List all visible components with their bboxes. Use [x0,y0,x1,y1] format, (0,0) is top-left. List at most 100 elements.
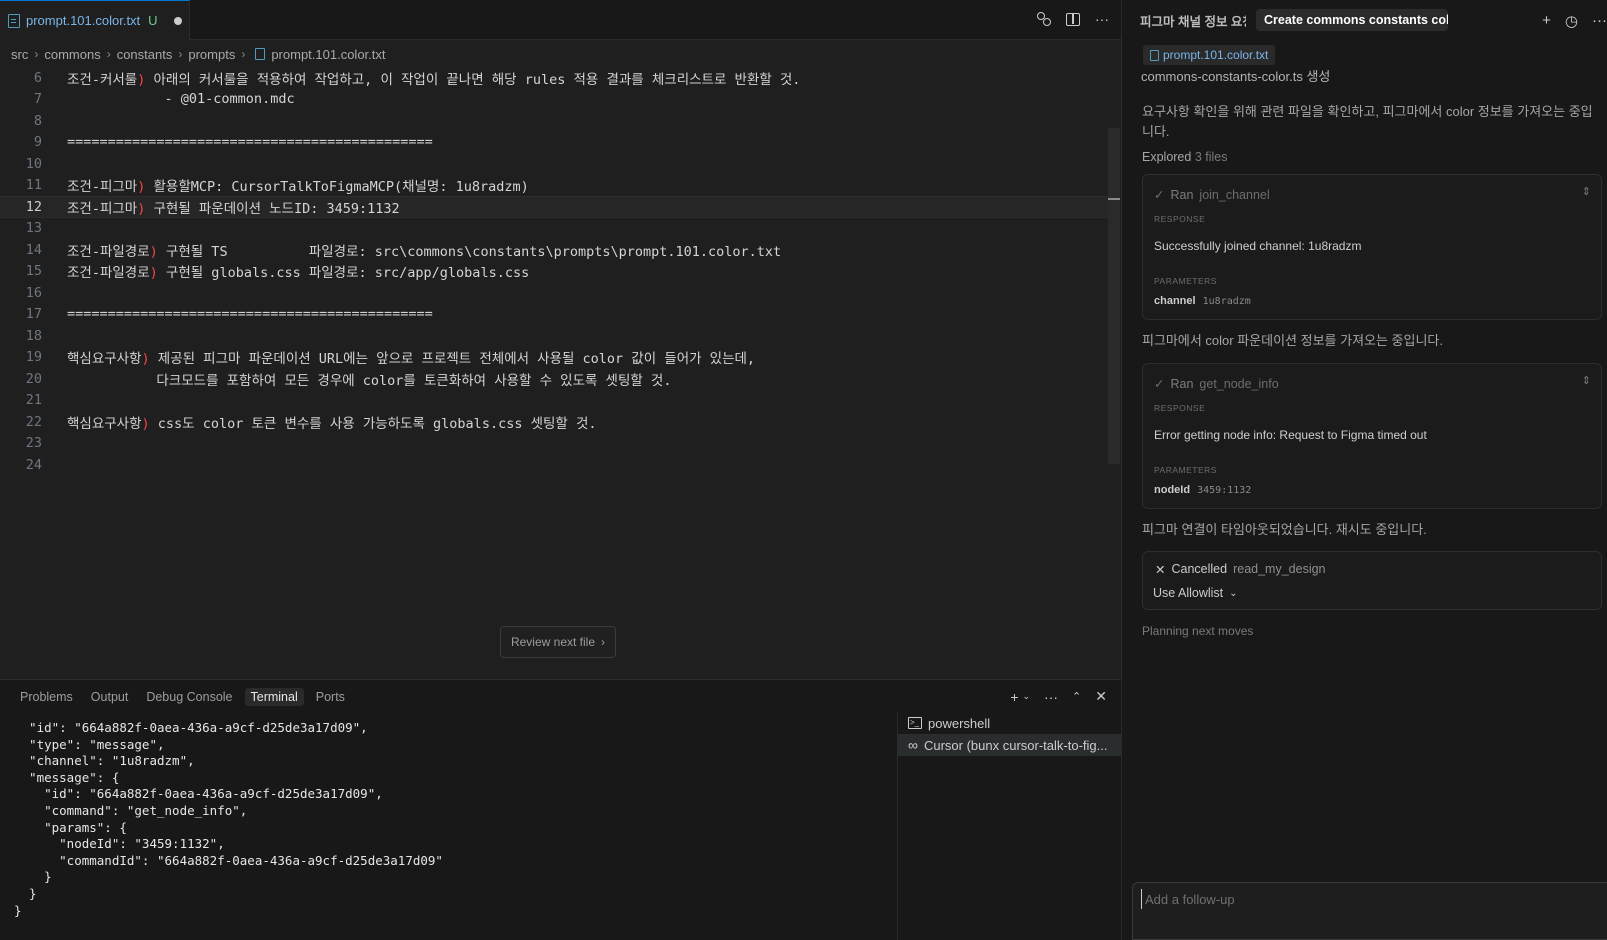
use-allowlist-dropdown[interactable]: Use Allowlist ⌄ [1153,586,1238,600]
chevron-down-icon: ⌄ [1229,587,1238,599]
assistant-message: 피그마 연결이 타임아웃되었습니다. 재시도 중입니다. [1142,522,1427,537]
more-actions-icon[interactable]: ··· [1592,12,1607,30]
untracked-flag: U [148,13,158,28]
chevron-right-icon: › [178,47,183,61]
code-line[interactable]: 10 [0,153,1120,175]
more-actions-icon[interactable]: ··· [1094,11,1110,27]
followup-input[interactable] [1141,889,1581,909]
code-line[interactable]: 8 [0,110,1120,132]
tool-call-status: Ran [1170,376,1194,391]
terminal-list: >_ powershell ∞ Cursor (bunx cursor-talk… [897,712,1121,940]
bracket-token: ) [141,351,150,368]
check-icon: ✓ [1154,377,1165,391]
tool-response-text: Error getting node info: Request to Figm… [1154,428,1427,442]
text-token: - @01-common.mdc [67,91,295,108]
line-number: 11 [25,177,42,194]
terminal-line: "channel": "1u8radzm", [14,753,195,769]
new-chat-icon[interactable]: + [1542,12,1551,30]
editor-tab[interactable]: prompt.101.color.txt U [0,0,190,40]
code-line[interactable]: 20 다크모드를 포함하여 모든 경우에 color를 토큰화하여 사용할 수 … [0,368,1120,390]
unsaved-dot-icon[interactable] [173,16,182,25]
terminal-label: powershell [928,715,991,731]
code-line[interactable]: 19 핵심요구사항) 제공된 피그마 파운데이션 URL에는 앞으로 프로젝트 전… [0,347,1120,369]
code-editor[interactable]: 6 조건-커서룰) 아래의 커서룰을 적용하여 작업하고, 이 작업이 끝나면 해… [0,67,1120,487]
code-line[interactable]: 24 [0,454,1120,476]
infinity-icon: ∞ [908,737,918,753]
chevron-right-icon: › [106,47,111,61]
code-line[interactable]: 11 조건-피그마) 활용할MCP: CursorTalkToFigmaMCP(채… [0,175,1120,197]
tab-output[interactable]: Output [85,688,135,706]
panel-actions: + ⌄ ··· ⌃ ✕ [1010,688,1107,705]
code-line[interactable]: 13 [0,218,1120,240]
new-terminal-icon[interactable]: + [1010,689,1018,705]
terminal-label: Cursor (bunx cursor-talk-to-fig... [923,737,1108,753]
breadcrumb-item[interactable]: constants [117,47,173,62]
code-line[interactable]: 7 - @01-common.mdc [0,89,1120,111]
code-line[interactable]: 6 조건-커서룰) 아래의 커서룰을 적용하여 작업하고, 이 작업이 끝나면 해… [0,67,1120,89]
text-token: 제공된 피그마 파운데이션 URL에는 앞으로 프로젝트 전체에서 사용될 co… [149,351,756,368]
code-line[interactable]: 12 조건-피그마) 구현될 파운데이션 노드ID: 3459:1132 [0,196,1120,218]
bracket-token: ) [141,415,150,432]
chat-tab-active[interactable]: Create commons constants color f [1256,9,1448,31]
code-line[interactable]: 22 핵심요구사항) css도 color 토큰 변수를 사용 가능하도록 glo… [0,411,1120,433]
line-number: 12 [25,198,42,215]
editor-scrollbar[interactable] [1108,128,1120,464]
line-number: 19 [25,349,42,366]
code-line[interactable]: 14 조건-파일경로) 구현될 TS 파일경로: src\commons\cons… [0,239,1120,261]
code-line[interactable]: 15 조건-파일경로) 구현될 globals.css 파일경로: src/app… [0,261,1120,283]
text-token: 핵심요구사항 [67,415,142,432]
tool-call-header[interactable]: ✓ Ran join_channel [1154,187,1270,203]
code-line[interactable]: 21 [0,390,1120,412]
code-line[interactable]: 16 [0,282,1120,304]
chat-tabs: 피그마 채널 정보 요청 Create commons constants co… [1122,0,1607,40]
tab-terminal[interactable]: Terminal [244,688,304,706]
tab-problems[interactable]: Problems [14,688,79,706]
code-line[interactable]: 23 [0,433,1120,455]
chat-panel: 피그마 채널 정보 요청 Create commons constants co… [1121,0,1607,940]
chat-tab[interactable]: 피그마 채널 정보 요청 [1140,11,1246,30]
cancelled-tool-header: ✕ Cancelled read_my_design [1155,562,1326,577]
tool-response-text: Successfully joined channel: 1u8radzm [1154,239,1362,253]
terminal-output[interactable]: "id": "664a882f-0aea-436a-a9cf-d25de3a17… [0,712,897,940]
history-icon[interactable]: ◷ [1565,12,1578,30]
context-file-chip[interactable]: prompt.101.color.txt [1143,45,1276,65]
text-token: 아래의 커서룰을 적용하여 작업하고, 이 작업이 끝나면 해당 rules 적… [145,71,801,88]
terminal-item-cursor[interactable]: ∞ Cursor (bunx cursor-talk-to-fig... [898,734,1121,756]
code-line[interactable]: 17 ======================================… [0,304,1120,326]
text-token: ========================================… [67,306,433,323]
breadcrumb-item[interactable]: commons [44,47,100,62]
tool-call-status: Ran [1170,187,1194,202]
chevron-down-icon[interactable]: ⌄ [1023,691,1031,702]
breadcrumb-item[interactable]: src [11,47,28,62]
tab-ports[interactable]: Ports [310,688,351,706]
code-line[interactable]: 9 =======================================… [0,132,1120,154]
text-file-icon [1150,49,1159,61]
text-token: 구현될 TS 파일경로: src\commons\constants\promp… [157,243,782,260]
terminal-item-powershell[interactable]: >_ powershell [898,712,1121,734]
line-text: 조건-피그마) 구현될 파운데이션 노드ID: 3459:1132 [67,197,400,217]
split-editor-icon[interactable] [1066,12,1080,26]
terminal-line: } [14,886,37,901]
tool-call-header[interactable]: ✓ Ran get_node_info [1154,376,1279,392]
response-label: RESPONSE [1154,214,1206,224]
breadcrumb-item[interactable]: prompt.101.color.txt [271,47,385,62]
line-text: 핵심요구사항) 제공된 피그마 파운데이션 URL에는 앞으로 프로젝트 전체에… [67,347,755,367]
compare-changes-icon[interactable] [1036,11,1052,27]
line-number: 10 [25,155,42,172]
line-number: 6 [33,69,42,86]
review-next-file-button[interactable]: Review next file › [500,626,616,658]
expand-collapse-icon[interactable]: ⇕ [1582,374,1591,387]
param-key: channel [1154,295,1196,307]
bottom-panel: Problems Output Debug Console Terminal P… [0,679,1121,940]
context-description: commons-constants-color.ts 생성 [1141,69,1331,84]
more-actions-icon[interactable]: ··· [1044,689,1058,705]
terminal-line: "commandId": "664a882f-0aea-436a-a9cf-d2… [14,852,443,868]
breadcrumb-item[interactable]: prompts [188,47,235,62]
maximize-panel-icon[interactable]: ⌃ [1072,690,1081,703]
tab-debug-console[interactable]: Debug Console [140,688,238,706]
close-panel-icon[interactable]: ✕ [1095,688,1107,705]
code-line[interactable]: 18 [0,325,1120,347]
expand-collapse-icon[interactable]: ⇕ [1582,185,1591,198]
explored-files-summary[interactable]: Explored 3 files [1142,150,1227,164]
explored-label: Explored [1142,150,1192,164]
